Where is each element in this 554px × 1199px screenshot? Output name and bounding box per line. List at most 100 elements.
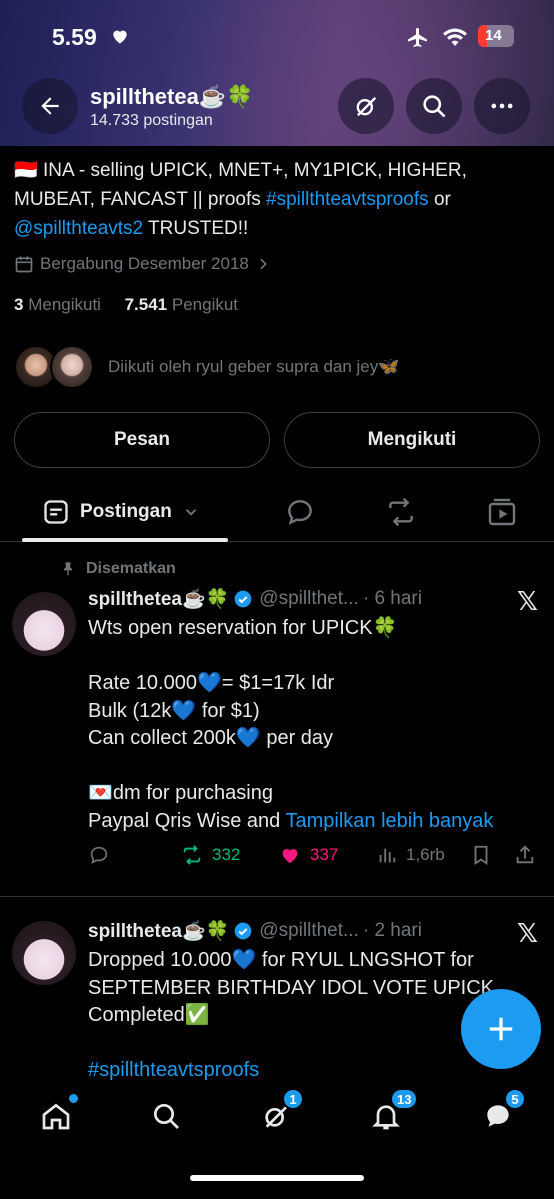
more-button[interactable] [474, 78, 530, 134]
profile-topbar: spillthetea☕️🍀 14.733 postingan [0, 78, 554, 136]
bio-flag: 🇮🇩 [14, 160, 38, 181]
back-button[interactable] [22, 78, 78, 134]
nav-home[interactable] [36, 1094, 78, 1136]
pin-icon [64, 562, 72, 576]
nav-grok[interactable]: 1 [256, 1088, 304, 1136]
following-stat[interactable]: 3 Mengikuti [14, 295, 101, 314]
post-hashtag-link[interactable]: #spillthteavtsproofs [88, 1057, 538, 1085]
nav-messages[interactable]: 5 [478, 1088, 526, 1136]
message-button[interactable]: Pesan [14, 412, 270, 468]
x-logo-icon: 𝕏 [517, 586, 538, 616]
post-author-name[interactable]: spillthetea☕️🍀 [88, 919, 229, 943]
repost-icon [389, 497, 413, 527]
profile-header-title: spillthetea☕️🍀 14.733 postingan [90, 84, 254, 130]
repost-button[interactable]: 332 [180, 844, 240, 866]
bio-text-2: MUBEAT, FANCAST || proofs [14, 189, 267, 210]
joined-date: Bergabung Desember 2018 [40, 254, 249, 273]
tab-underline [22, 538, 228, 542]
post-header: spillthetea☕️🍀 @spillthet... · 6 hari [88, 587, 422, 611]
x-logo-icon: 𝕏 [517, 918, 538, 948]
grok-icon [356, 97, 377, 117]
tab-reposts[interactable] [385, 496, 417, 533]
tab-posts-label: Postingan [80, 501, 172, 522]
post-line: Dropped 10.000💙 for RYUL LNGSHOT for [88, 949, 474, 971]
arrow-left-icon [41, 97, 59, 115]
following-button[interactable]: Mengikuti [284, 412, 540, 468]
bookmark-button[interactable] [470, 844, 492, 866]
nav-notifications[interactable]: 13 [366, 1088, 419, 1136]
share-icon [516, 845, 534, 864]
view-count: 1,6rb [406, 845, 445, 864]
wifi-icon [442, 26, 468, 53]
calendar-icon [15, 256, 33, 273]
followed-by-row[interactable]: Diikuti oleh ryul geber supra dan jey🦋 [14, 344, 399, 390]
post-line: Rate 10.000💙= $1=17k Idr [88, 672, 335, 694]
status-bar: 5.59 14 [0, 22, 554, 52]
bottom-nav: 1 13 5 [0, 1082, 554, 1152]
like-count: 337 [310, 845, 339, 864]
avatar [50, 345, 94, 389]
joined-date-row[interactable]: Bergabung Desember 2018 [14, 254, 271, 274]
views-button[interactable]: 1,6rb [376, 844, 445, 866]
follow-stats: 3 Mengikuti 7.541 Pengikut [14, 295, 238, 315]
plus-icon [489, 1017, 513, 1041]
airplane-icon [406, 26, 430, 55]
battery-indicator: 14 [478, 25, 514, 47]
nav-search[interactable] [146, 1096, 186, 1136]
compose-button[interactable] [461, 989, 541, 1069]
post-line [88, 753, 538, 781]
post-header: spillthetea☕️🍀 @spillthet... · 2 hari [88, 919, 422, 943]
chevron-right-icon [260, 258, 267, 270]
unread-dot [69, 1094, 78, 1103]
post-line: SEPTEMBER BIRTHDAY IDOL VOTE UPICK [88, 976, 495, 999]
post-time: · 2 hari [362, 920, 422, 941]
post-actions: 332 337 1,6rb [88, 844, 538, 874]
tab-posts[interactable]: Postingan [42, 498, 200, 526]
post-author-handle: @spillthet... [259, 920, 359, 941]
show-more-link[interactable]: Tampilkan lebih banyak [286, 810, 494, 832]
heart-icon [110, 26, 130, 51]
reply-button[interactable] [88, 844, 110, 866]
post-divider [0, 896, 554, 897]
bio-mention-link[interactable]: @spillthteavts2 [14, 218, 143, 239]
tab-media[interactable] [486, 496, 518, 533]
post-author-name[interactable]: spillthetea☕️🍀 [88, 587, 229, 611]
reply-icon [90, 846, 108, 864]
heart-filled-icon [282, 849, 298, 864]
grok-button[interactable] [338, 78, 394, 134]
repost-count: 332 [212, 845, 241, 864]
messages-badge: 5 [504, 1088, 526, 1110]
post-line [88, 643, 538, 671]
home-icon [42, 1103, 70, 1130]
avatar[interactable] [12, 592, 76, 656]
post-line-last: Paypal Qris Wise and Tampilkan lebih ban… [88, 809, 494, 832]
post-line: Wts open reservation for UPICK🍀 [88, 617, 398, 639]
bio-hashtag-link[interactable]: #spillthteavtsproofs [266, 189, 429, 210]
profile-tabs: Postingan [0, 486, 554, 542]
like-button[interactable]: 337 [278, 844, 338, 866]
share-button[interactable] [514, 844, 536, 866]
post-line: Can collect 200k💙 per day [88, 727, 334, 749]
profile-name: spillthetea☕️🍀 [90, 84, 254, 109]
profile-bio: 🇮🇩 INA - selling UPICK, MNET+, MY1PICK, … [14, 156, 534, 243]
post-author-handle: @spillthet... [259, 588, 359, 609]
home-indicator [190, 1175, 364, 1181]
bookmark-icon [474, 845, 488, 865]
repost-icon [183, 845, 201, 865]
media-icon [488, 498, 516, 526]
views-icon [379, 848, 396, 863]
followers-stat[interactable]: 7.541 Pengikut [125, 295, 238, 314]
post-line: Bulk (12k💙 for $1) [88, 699, 260, 722]
avatar[interactable] [12, 921, 76, 985]
posts-icon [44, 500, 68, 524]
search-icon [154, 1104, 179, 1129]
bio-text-1: INA - selling UPICK, MNET+, MY1PICK, HIG… [37, 160, 467, 181]
notification-badge: 13 [390, 1088, 419, 1110]
bio-text-3: or [428, 189, 451, 210]
tab-replies[interactable] [284, 496, 316, 533]
followed-by-text: Diikuti oleh ryul geber supra dan jey🦋 [108, 357, 400, 376]
bio-text-4: TRUSTED!! [143, 218, 249, 239]
search-button[interactable] [406, 78, 462, 134]
reply-icon [288, 500, 312, 525]
grok-badge: 1 [282, 1088, 304, 1110]
